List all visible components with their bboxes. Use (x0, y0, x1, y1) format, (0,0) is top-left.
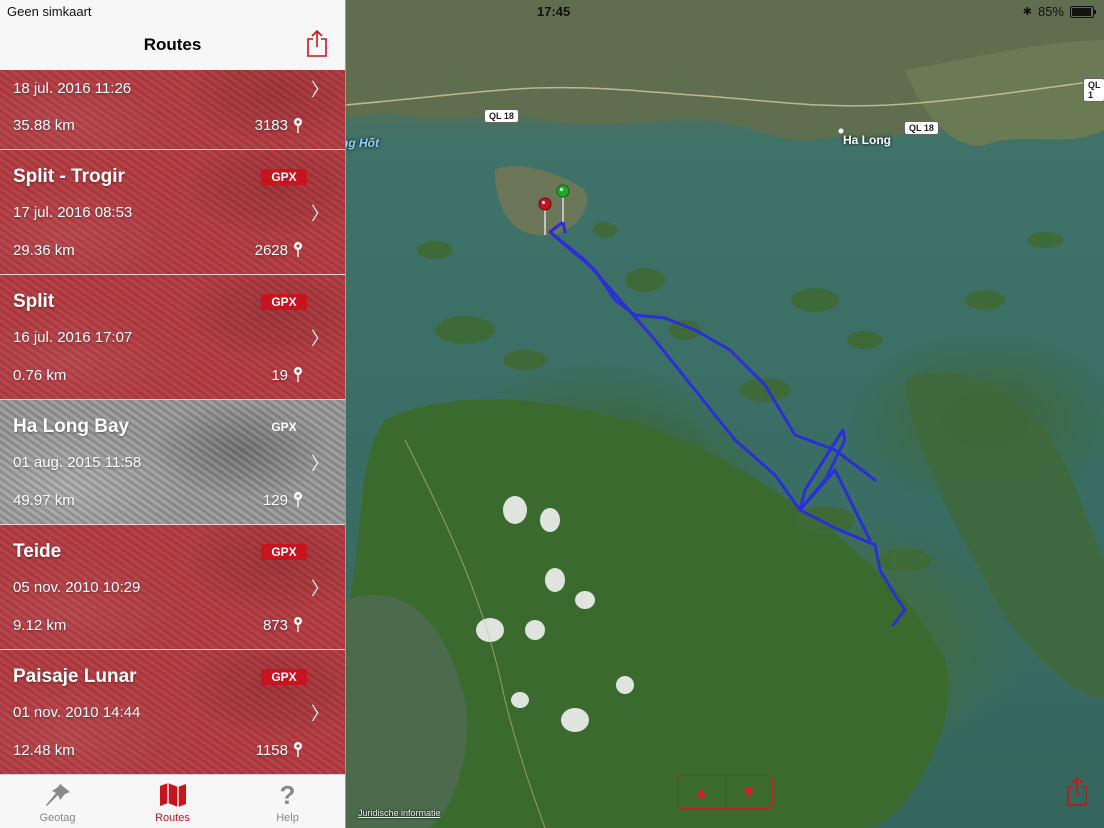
chevron-right-icon: 〉 (311, 204, 329, 224)
tab-help[interactable]: ? Help (230, 775, 345, 828)
route-distance: 29.36 km (13, 242, 75, 259)
legal-link[interactable]: Juridische informatie (358, 808, 441, 818)
route-row[interactable]: Split - Trogir GPX 17 jul. 2016 08:53 〉 … (0, 150, 345, 275)
route-row[interactable]: Paisaje Lunar GPX 01 nov. 2010 14:44 〉 1… (0, 650, 345, 775)
routes-sidebar: Routes 18 jul. 2016 11:26 〉 35.88 km 318… (0, 0, 345, 828)
route-name: Ha Long Bay (13, 416, 130, 437)
question-icon: ? (279, 779, 296, 810)
route-points: 1158 (255, 742, 288, 759)
route-points: 3183 (254, 117, 288, 134)
battery-icon (1070, 5, 1096, 18)
next-route-button[interactable]: ▼ (724, 776, 773, 808)
pushpin-icon (43, 780, 73, 810)
page-title: Routes (143, 35, 202, 54)
bluetooth-icon: ✱ (1022, 6, 1032, 18)
pin-icon (294, 742, 302, 757)
road-label: QL 1 (1083, 78, 1104, 102)
route-date: 18 jul. 2016 11:26 (13, 80, 132, 97)
previous-route-button[interactable]: ▲ (678, 776, 725, 808)
gpx-badge: GPX (271, 420, 297, 434)
tab-bar: Geotag Routes ? Help (0, 774, 345, 828)
tab-label: Help (276, 812, 299, 824)
tab-routes[interactable]: Routes (115, 775, 230, 828)
route-date: 16 jul. 2016 17:07 (13, 329, 133, 346)
pin-icon (294, 367, 302, 382)
chevron-right-icon: 〉 (311, 704, 329, 724)
satellite-map[interactable]: QL 18 QL 18 QL 1 Ha Long ng Hốt Juridisc… (345, 0, 1104, 828)
status-bar: Geen simkaart 17:45 ✱ 85% (0, 0, 1104, 22)
route-row[interactable]: Split GPX 16 jul. 2016 17:07 〉 0.76 km 1… (0, 275, 345, 400)
split-divider (345, 0, 346, 828)
share-icon (307, 29, 327, 57)
gpx-badge: GPX (261, 169, 307, 185)
gpx-badge: GPX (261, 669, 307, 685)
pin-icon (294, 492, 302, 507)
map-canvas (345, 0, 1104, 828)
tab-geotag[interactable]: Geotag (0, 775, 115, 828)
battery-percent: 85% (1037, 4, 1064, 19)
route-row[interactable]: 18 jul. 2016 11:26 〉 35.88 km 3183 (0, 70, 345, 150)
chevron-right-icon: 〉 (311, 329, 329, 349)
route-date: 01 nov. 2010 14:44 (13, 704, 141, 721)
route-name: Teide (13, 541, 62, 562)
carrier-label: Geen simkaart (7, 4, 92, 19)
route-date: 01 aug. 2015 11:58 (13, 454, 142, 471)
gpx-badge: GPX (261, 294, 307, 310)
route-distance: 9.12 km (13, 617, 67, 634)
route-points: 19 (271, 367, 288, 384)
water-label: ng Hốt (345, 136, 379, 150)
route-name: Split - Trogir (13, 166, 125, 187)
chevron-right-icon: 〉 (311, 454, 329, 474)
share-button[interactable] (306, 29, 328, 62)
gpx-badge: GPX (261, 544, 307, 560)
arrow-up-icon: ▲ (692, 781, 711, 802)
route-points: 2628 (254, 242, 288, 259)
route-distance: 49.97 km (13, 492, 75, 509)
tab-label: Geotag (39, 812, 76, 824)
map-icon (158, 780, 188, 810)
route-date: 05 nov. 2010 10:29 (13, 579, 141, 596)
route-distance: 35.88 km (13, 117, 75, 134)
routes-list: 18 jul. 2016 11:26 〉 35.88 km 3183 Split… (0, 70, 345, 775)
tab-label: Routes (155, 812, 190, 824)
route-name: Paisaje Lunar (13, 666, 137, 687)
arrow-down-icon: ▼ (739, 781, 758, 802)
status-right: ✱ 85% (1022, 4, 1096, 19)
route-distance: 12.48 km (13, 742, 75, 759)
route-date: 17 jul. 2016 08:53 (13, 204, 133, 221)
pin-icon (294, 617, 302, 632)
road-label: QL 18 (484, 109, 519, 123)
route-points: 129 (262, 492, 288, 509)
chevron-right-icon: 〉 (311, 80, 329, 100)
chevron-right-icon: 〉 (311, 579, 329, 599)
route-distance: 0.76 km (13, 367, 67, 384)
road-label: QL 18 (904, 121, 939, 135)
pin-icon (294, 118, 302, 133)
route-points: 873 (262, 617, 288, 634)
pin-icon (294, 242, 302, 257)
city-label: Ha Long (843, 133, 891, 147)
battery-fill (1072, 7, 1091, 16)
clock: 17:45 (537, 4, 571, 19)
share-icon (1067, 776, 1087, 806)
route-name: Split (13, 291, 55, 312)
route-row-selected[interactable]: Ha Long Bay GPX 01 aug. 2015 11:58 〉 49.… (0, 400, 345, 525)
route-navigator: ▲ ▼ (677, 775, 773, 809)
route-row[interactable]: Teide GPX 05 nov. 2010 10:29 〉 9.12 km 8… (0, 525, 345, 650)
